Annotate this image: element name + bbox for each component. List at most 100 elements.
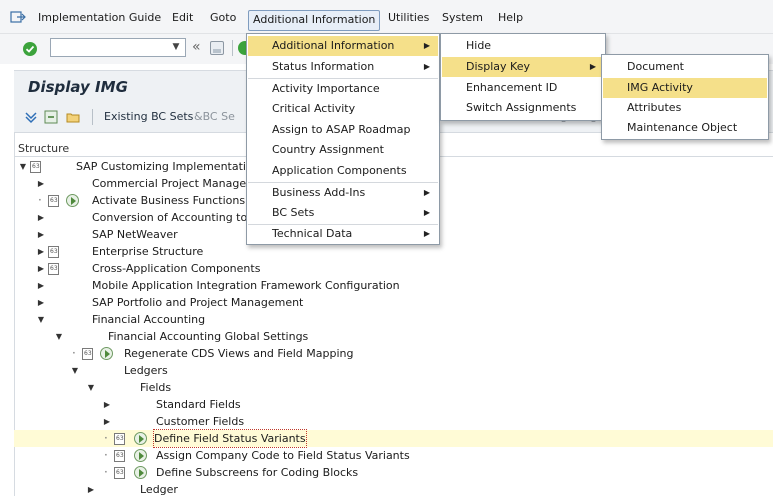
tree-row[interactable]: ▼ Financial Accounting Global Settings <box>14 328 773 345</box>
execute-icon[interactable] <box>66 194 79 207</box>
tree-node-label[interactable]: SAP Portfolio and Project Management <box>92 294 303 311</box>
expand-triangle-icon[interactable]: ▶ <box>36 226 46 243</box>
collapse-triangle-icon[interactable]: ▼ <box>70 362 80 379</box>
chevron-down-icon[interactable]: ▼ <box>169 40 183 55</box>
documentation-icon[interactable] <box>48 195 59 207</box>
menu-bar: Implementation Guide Edit Goto Additiona… <box>0 0 773 34</box>
tree-row[interactable]: ▼ Fields <box>14 379 773 396</box>
leaf-dot: · <box>104 448 108 462</box>
menu-item-bc-sets[interactable]: BC Sets ▶ <box>248 203 438 223</box>
tree-row[interactable]: · Assign Company Code to Field Status Va… <box>14 447 773 464</box>
save-icon[interactable] <box>210 41 224 55</box>
collapse-triangle-icon[interactable]: ▼ <box>54 328 64 345</box>
tree-row[interactable]: ▶ Mobile Application Integration Framewo… <box>14 277 773 294</box>
tree-row[interactable]: ▼ Financial Accounting <box>14 311 773 328</box>
folder-icon[interactable] <box>66 110 80 124</box>
tree-node-label[interactable]: Standard Fields <box>156 396 241 413</box>
execute-icon[interactable] <box>134 432 147 445</box>
collapse-triangle-icon[interactable]: ▼ <box>18 158 28 175</box>
collapse-triangle-icon[interactable]: ▼ <box>36 311 46 328</box>
tree-node-label[interactable]: Mobile Application Integration Framework… <box>92 277 400 294</box>
menu-help[interactable]: Help <box>494 9 527 29</box>
menu-edit[interactable]: Edit <box>168 9 197 29</box>
menu-item-switch-assignments[interactable]: Switch Assignments <box>442 98 604 118</box>
menu-item-additional-information[interactable]: Additional Information ▶ <box>248 36 438 56</box>
menu-item-technical-data[interactable]: Technical Data ▶ <box>248 224 438 244</box>
tree-node-label[interactable]: Financial Accounting <box>92 311 205 328</box>
expand-triangle-icon[interactable]: ▶ <box>102 396 112 413</box>
execute-icon[interactable] <box>100 347 113 360</box>
expand-all-icon[interactable] <box>24 110 38 124</box>
menu-item-application-components[interactable]: Application Components <box>248 161 438 181</box>
tree-node-label[interactable]: Activate Business Functions <box>92 192 245 209</box>
tree-node-label[interactable]: Cross-Application Components <box>92 260 260 277</box>
expand-triangle-icon[interactable]: ▶ <box>36 277 46 294</box>
back-icon[interactable]: « <box>192 39 201 55</box>
tree-row[interactable]: · Define Subscreens for Coding Blocks <box>14 464 773 481</box>
menu-additional-information[interactable]: Additional Information <box>248 10 381 31</box>
execute-icon[interactable] <box>134 466 147 479</box>
leaf-dot: · <box>38 193 42 207</box>
tree-node-label[interactable]: Ledgers <box>124 362 168 379</box>
documentation-icon[interactable] <box>114 450 125 462</box>
documentation-icon[interactable] <box>48 246 59 258</box>
menu-goto[interactable]: Goto <box>206 9 240 29</box>
tree-node-label[interactable]: Regenerate CDS Views and Field Mapping <box>124 345 354 362</box>
expand-triangle-icon[interactable]: ▶ <box>36 175 46 192</box>
documentation-icon[interactable] <box>30 161 41 173</box>
documentation-icon[interactable] <box>114 433 125 445</box>
command-field[interactable]: ▼ <box>50 38 186 57</box>
existing-bc-sets-button[interactable]: Existing BC Sets <box>104 110 193 123</box>
tree-node-label[interactable]: Ledger <box>140 481 178 498</box>
expand-triangle-icon[interactable]: ▶ <box>102 413 112 430</box>
collapse-triangle-icon[interactable]: ▼ <box>86 379 96 396</box>
documentation-icon[interactable] <box>48 263 59 275</box>
documentation-icon[interactable] <box>82 348 93 360</box>
menu-utilities[interactable]: Utilities <box>384 9 433 29</box>
menu-item-enhancement-id[interactable]: Enhancement ID <box>442 78 604 98</box>
tree-row[interactable]: ▶ Cross-Application Components <box>14 260 773 277</box>
execute-icon[interactable] <box>134 449 147 462</box>
menu-item-img-activity[interactable]: IMG Activity <box>603 78 767 98</box>
menu-item-critical-activity[interactable]: Critical Activity <box>248 99 438 119</box>
menu-item-assign-to-asap-roadmap[interactable]: Assign to ASAP Roadmap <box>248 120 438 140</box>
menu-item-country-assignment[interactable]: Country Assignment <box>248 140 438 160</box>
menu-item-status-information[interactable]: Status Information ▶ <box>248 57 438 77</box>
menu-implementation-guide[interactable]: Implementation Guide <box>34 9 165 29</box>
tree-node-label[interactable]: Financial Accounting Global Settings <box>108 328 308 345</box>
menu-item-document[interactable]: Document <box>603 57 767 77</box>
tree-node-label[interactable]: Fields <box>140 379 171 396</box>
tree-row[interactable]: ▶ Customer Fields <box>14 413 773 430</box>
expand-triangle-icon[interactable]: ▶ <box>36 294 46 311</box>
tree-row[interactable]: ▶ Standard Fields <box>14 396 773 413</box>
tree-node-label[interactable]: SAP NetWeaver <box>92 226 178 243</box>
expand-triangle-icon[interactable]: ▶ <box>36 209 46 226</box>
tree-node-label[interactable]: Define Subscreens for Coding Blocks <box>156 464 358 481</box>
tree-node-label[interactable]: Assign Company Code to Field Status Vari… <box>156 447 410 464</box>
menu-item-display-key[interactable]: Display Key ▶ <box>442 57 604 77</box>
documentation-icon[interactable] <box>114 467 125 479</box>
tree-row[interactable]: ▶ Enterprise Structure <box>14 243 773 260</box>
leaf-dot: · <box>72 346 76 360</box>
tree-row-selected[interactable]: · Define Field Status Variants <box>14 429 773 448</box>
tree-node-label[interactable]: Customer Fields <box>156 413 244 430</box>
exit-icon[interactable] <box>10 9 26 25</box>
collapse-icon[interactable] <box>44 110 58 124</box>
menu-item-activity-importance[interactable]: Activity Importance <box>248 79 438 99</box>
tree-row[interactable]: · Regenerate CDS Views and Field Mapping <box>14 345 773 362</box>
tree-row[interactable]: ▶ Ledger <box>14 481 773 498</box>
tree-row[interactable]: ▶ SAP Portfolio and Project Management <box>14 294 773 311</box>
bc-sets-button[interactable]: &BC Se <box>194 110 235 123</box>
menu-item-maintenance-object[interactable]: Maintenance Object <box>603 118 767 138</box>
tree-row[interactable]: ▼ Ledgers <box>14 362 773 379</box>
expand-triangle-icon[interactable]: ▶ <box>86 481 96 498</box>
tree-node-label[interactable]: Define Field Status Variants <box>153 429 307 448</box>
expand-triangle-icon[interactable]: ▶ <box>36 243 46 260</box>
tree-node-label[interactable]: Enterprise Structure <box>92 243 203 260</box>
menu-item-attributes[interactable]: Attributes <box>603 98 767 118</box>
menu-item-hide[interactable]: Hide <box>442 36 604 56</box>
check-icon[interactable] <box>22 41 38 57</box>
menu-item-business-add-ins[interactable]: Business Add-Ins ▶ <box>248 183 438 203</box>
menu-system[interactable]: System <box>438 9 487 29</box>
expand-triangle-icon[interactable]: ▶ <box>36 260 46 277</box>
